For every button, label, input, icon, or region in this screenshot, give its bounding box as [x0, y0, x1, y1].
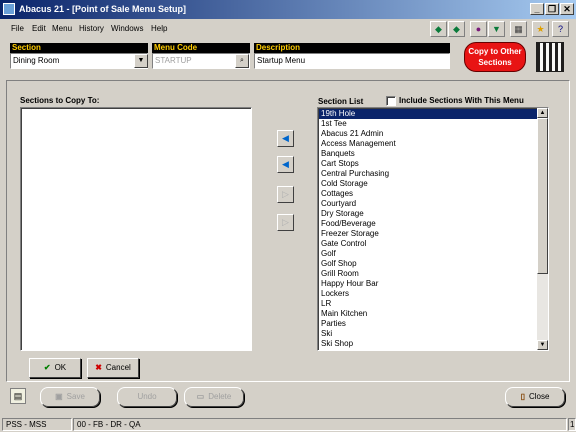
- section-list-item[interactable]: 1st Tee: [319, 119, 537, 129]
- calculator-icon[interactable]: ▦: [510, 21, 527, 37]
- delete-icon: ▭: [196, 392, 205, 401]
- section-list-item[interactable]: Ski: [319, 329, 537, 339]
- chevron-down-icon[interactable]: ▼: [134, 54, 148, 68]
- section-list[interactable]: 19th Hole 1st Tee Abacus 21 Admin Access Ma…: [317, 107, 549, 351]
- grid-icon[interactable]: [536, 42, 564, 72]
- help-icon[interactable]: ?: [552, 21, 569, 37]
- section-list-item[interactable]: Grill Room: [319, 269, 537, 279]
- section-list-item[interactable]: 19th Hole: [319, 109, 537, 119]
- gem-icon[interactable]: ●: [470, 21, 487, 37]
- search-icon[interactable]: ⌕: [235, 54, 249, 68]
- section-list-item[interactable]: Main Kitchen: [319, 309, 537, 319]
- menu-history[interactable]: History: [79, 24, 104, 33]
- copy-to-other-sections-button[interactable]: Copy to Other Sections: [464, 42, 526, 72]
- title-bar: Abacus 21 - [Point of Sale Menu Setup] _…: [0, 0, 576, 19]
- ok-button[interactable]: ✔ OK: [29, 358, 81, 378]
- section-list-item[interactable]: Gate Control: [319, 239, 537, 249]
- section-list-item[interactable]: Parties: [319, 319, 537, 329]
- minimize-button[interactable]: _: [530, 3, 544, 15]
- remove-section-arrow-icon[interactable]: ▷: [277, 186, 294, 203]
- add-all-arrow-icon[interactable]: ◀: [277, 156, 294, 173]
- section-list-item[interactable]: Cold Storage: [319, 179, 537, 189]
- description-field[interactable]: Startup Menu: [254, 53, 450, 69]
- section-list-item[interactable]: Dry Storage: [319, 209, 537, 219]
- menu-windows[interactable]: Windows: [111, 24, 143, 33]
- include-sections-label: Include Sections With This Menu: [399, 96, 524, 105]
- menu-edit[interactable]: Edit: [32, 24, 46, 33]
- section-list-item[interactable]: Access Management: [319, 139, 537, 149]
- close-button[interactable]: ▯ Close: [505, 387, 565, 407]
- arrow-right-icon[interactable]: ◆: [448, 21, 465, 37]
- status-context: 00 - FB - DR - QA: [73, 418, 567, 431]
- section-label: Section: [10, 43, 148, 53]
- close-window-button[interactable]: ✕: [560, 3, 574, 15]
- delete-button[interactable]: ▭ Delete: [184, 387, 244, 407]
- add-section-arrow-icon[interactable]: ◀: [277, 130, 294, 147]
- section-list-item[interactable]: Lockers: [319, 289, 537, 299]
- save-button[interactable]: ▣ Save: [40, 387, 100, 407]
- cross-icon: ✖: [95, 363, 102, 372]
- cancel-button[interactable]: ✖ Cancel: [87, 358, 139, 378]
- section-list-label: Section List: [318, 97, 364, 106]
- door-icon: ▯: [520, 392, 525, 401]
- menu-bar: File Edit Menu History Windows Help ◆ ◆ …: [0, 19, 576, 39]
- menu-file[interactable]: File: [11, 24, 24, 33]
- section-list-item[interactable]: Freezer Storage: [319, 229, 537, 239]
- document-icon[interactable]: ▤: [10, 388, 26, 404]
- scroll-up-icon[interactable]: ▲: [537, 108, 548, 118]
- restore-button[interactable]: ❐: [545, 3, 559, 15]
- remove-all-arrow-icon[interactable]: ▷: [277, 214, 294, 231]
- section-list-item[interactable]: LR: [319, 299, 537, 309]
- arrow-down-icon[interactable]: ▼: [488, 21, 505, 37]
- description-label: Description: [254, 43, 450, 53]
- status-user: PSS - MSS: [2, 418, 72, 431]
- section-list-item[interactable]: Central Purchasing: [319, 169, 537, 179]
- section-list-item[interactable]: Cottages: [319, 189, 537, 199]
- section-list-item[interactable]: Courtyard: [319, 199, 537, 209]
- arrow-left-icon[interactable]: ◆: [430, 21, 447, 37]
- check-icon: ✔: [43, 363, 51, 372]
- section-list-item[interactable]: Golf: [319, 249, 537, 259]
- sections-to-copy-list[interactable]: [20, 107, 252, 351]
- menu-menu[interactable]: Menu: [52, 24, 72, 33]
- section-list-item[interactable]: Happy Hour Bar: [319, 279, 537, 289]
- scroll-down-icon[interactable]: ▼: [537, 340, 548, 350]
- undo-button[interactable]: Undo: [117, 387, 177, 407]
- section-list-item[interactable]: Ski Shop: [319, 339, 537, 349]
- section-combo[interactable]: Dining Room: [10, 53, 148, 69]
- section-list-scrollbar[interactable]: ▲ ▼: [537, 108, 548, 350]
- running-man-icon[interactable]: ★: [532, 21, 549, 37]
- section-list-item[interactable]: Golf Shop: [319, 259, 537, 269]
- scroll-thumb[interactable]: [537, 118, 548, 274]
- section-list-item[interactable]: Banquets: [319, 149, 537, 159]
- save-icon: ▣: [55, 392, 63, 401]
- section-list-item[interactable]: Abacus 21 Admin: [319, 129, 537, 139]
- menu-help[interactable]: Help: [151, 24, 167, 33]
- section-list-item[interactable]: Cart Stops: [319, 159, 537, 169]
- app-icon: [3, 3, 15, 15]
- menu-code-label: Menu Code: [152, 43, 250, 53]
- include-sections-checkbox[interactable]: [386, 96, 396, 106]
- status-count: 1: [568, 418, 576, 431]
- status-bar: PSS - MSS 00 - FB - DR - QA 1: [0, 416, 576, 432]
- section-list-item[interactable]: Food/Beverage: [319, 219, 537, 229]
- sections-to-copy-label: Sections to Copy To:: [20, 96, 100, 105]
- window-title: Abacus 21 - [Point of Sale Menu Setup]: [19, 4, 187, 14]
